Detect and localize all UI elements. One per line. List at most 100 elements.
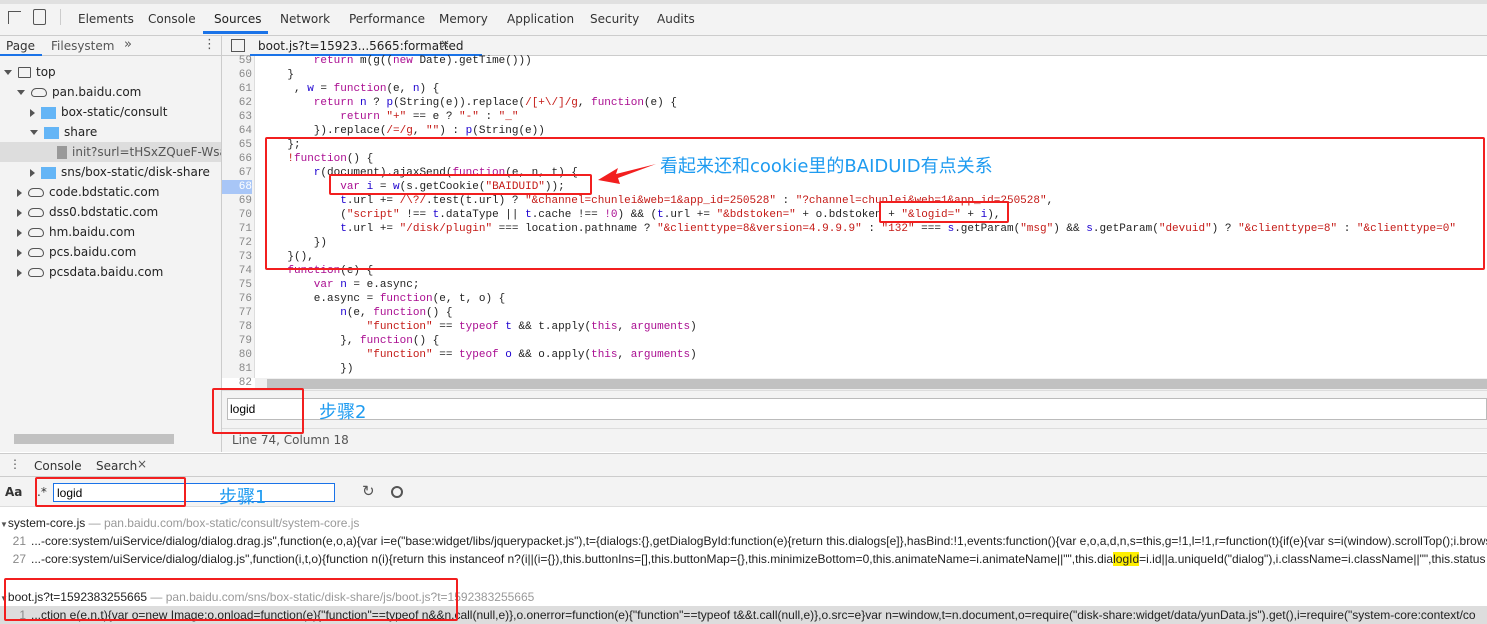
tab-security[interactable]: Security xyxy=(590,12,639,26)
collapsed-arrow-icon[interactable] xyxy=(17,188,22,197)
line-number[interactable]: 67 xyxy=(222,166,252,180)
toggle-navigator-icon[interactable] xyxy=(231,39,245,52)
tree-item[interactable]: box-static/consult xyxy=(0,102,221,122)
line-number[interactable]: 63 xyxy=(222,110,252,124)
line-number[interactable]: 65 xyxy=(222,138,252,152)
code-token: , xyxy=(617,321,631,333)
collapsed-arrow-icon[interactable] xyxy=(17,228,22,237)
collapsed-arrow-icon[interactable] xyxy=(17,268,22,277)
tree-item[interactable]: pcsdata.baidu.com xyxy=(0,262,221,282)
tree-item[interactable]: pcs.baidu.com xyxy=(0,242,221,262)
more-tabs-icon[interactable]: » xyxy=(124,37,132,52)
close-tab-icon[interactable]: × xyxy=(440,37,450,51)
line-number[interactable]: 81 xyxy=(222,362,252,376)
collapsed-arrow-icon[interactable] xyxy=(30,108,35,117)
tab-application[interactable]: Application xyxy=(507,12,574,26)
code-line: }).replace(/=/g, "") : p(String(e)) xyxy=(261,124,545,138)
tab-performance[interactable]: Performance xyxy=(349,12,425,26)
tab-audits[interactable]: Audits xyxy=(657,12,695,26)
expanded-arrow-icon[interactable]: ▼ xyxy=(0,520,8,529)
code-line: var n = e.async; xyxy=(261,278,420,292)
refresh-icon[interactable]: ↻ xyxy=(362,482,375,500)
collapsed-arrow-icon[interactable] xyxy=(17,248,22,257)
line-number[interactable]: 61 xyxy=(222,82,252,96)
line-number[interactable]: 76 xyxy=(222,292,252,306)
line-number[interactable]: 69 xyxy=(222,194,252,208)
cloud-icon xyxy=(28,188,44,197)
code-token: "function" xyxy=(261,321,433,333)
code-token: /[+\/]/g xyxy=(525,97,578,109)
tab-network[interactable]: Network xyxy=(280,12,330,26)
horizontal-scrollbar[interactable] xyxy=(14,434,174,444)
code-token: typeof xyxy=(459,321,506,333)
search-result-row[interactable]: 21 ...-core:system/uiService/dialog/dialo… xyxy=(0,532,1487,550)
code-token: "_" xyxy=(498,111,519,123)
line-number[interactable]: 78 xyxy=(222,320,252,334)
tree-item-label: pan.baidu.com xyxy=(52,85,142,99)
line-number[interactable]: 72 xyxy=(222,236,252,250)
line-number[interactable]: 59 xyxy=(222,54,252,68)
collapsed-arrow-icon[interactable] xyxy=(17,208,22,217)
line-number[interactable]: 71 xyxy=(222,222,252,236)
line-number[interactable]: 60 xyxy=(222,68,252,82)
device-toolbar-icon[interactable] xyxy=(33,9,46,25)
code-token: this xyxy=(591,349,618,361)
tab-console[interactable]: Console xyxy=(148,12,196,26)
collapsed-arrow-icon[interactable] xyxy=(30,168,35,177)
tree-item[interactable]: dss0.bdstatic.com xyxy=(0,202,221,222)
line-number[interactable]: 79 xyxy=(222,334,252,348)
clear-icon[interactable] xyxy=(391,486,403,498)
tree-item[interactable]: init?surl=tHSxZQueF-Wsa2T0 xyxy=(0,142,221,162)
tab-sources[interactable]: Sources xyxy=(214,12,261,26)
code-token: = xyxy=(313,83,334,95)
code-line: e.async = function(e, t, o) { xyxy=(261,292,505,306)
tree-item[interactable]: hm.baidu.com xyxy=(0,222,221,242)
result-file-header[interactable]: ▼system-core.js — pan.baidu.com/box-stat… xyxy=(0,514,1487,532)
tab-search[interactable]: Search xyxy=(96,459,137,473)
tab-memory[interactable]: Memory xyxy=(439,12,488,26)
drawer-menu-icon[interactable]: ⋮ xyxy=(9,457,21,471)
result-text-after: =i.id||a.uniqueId("dialog"),i.className=… xyxy=(1139,552,1486,566)
tab-elements[interactable]: Elements xyxy=(78,12,134,26)
line-number[interactable]: 80 xyxy=(222,348,252,362)
code-token: "function" xyxy=(261,349,433,361)
line-number[interactable]: 70 xyxy=(222,208,252,222)
inspect-element-icon[interactable] xyxy=(8,11,21,24)
tab-page[interactable]: Page xyxy=(6,39,35,53)
file-tab[interactable]: boot.js?t=15923...5665:formatted xyxy=(258,39,463,53)
expanded-arrow-icon[interactable] xyxy=(4,70,12,75)
line-number[interactable]: 75 xyxy=(222,278,252,292)
expanded-arrow-icon[interactable] xyxy=(17,90,25,95)
tree-item[interactable]: code.bdstatic.com xyxy=(0,182,221,202)
line-number[interactable]: 73 xyxy=(222,250,252,264)
code-token: ) { xyxy=(419,83,440,95)
match-case-toggle[interactable]: Aa xyxy=(5,485,22,499)
tree-item[interactable]: sns/box-static/disk-share xyxy=(0,162,221,182)
annotation-box-step2 xyxy=(212,388,304,434)
code-token: }, xyxy=(261,335,361,347)
code-token: n xyxy=(261,307,347,319)
tab-filesystem[interactable]: Filesystem xyxy=(51,39,114,53)
cloud-icon xyxy=(28,248,44,257)
line-number[interactable]: 68 xyxy=(222,180,252,194)
close-search-tab-icon[interactable]: × xyxy=(137,457,147,471)
line-number-gutter[interactable]: 59 60 61 62 63 64 65 66 67 68 69 70 71 72 73 74 75 76 77 78… xyxy=(222,54,255,389)
tree-item[interactable]: share xyxy=(0,122,221,142)
code-token: arguments xyxy=(630,349,691,361)
line-number[interactable]: 62 xyxy=(222,96,252,110)
line-number[interactable]: 74 xyxy=(222,264,252,278)
more-options-icon[interactable]: ⋮ xyxy=(203,37,216,52)
code-token: n xyxy=(360,97,367,109)
editor-horizontal-scrollbar[interactable] xyxy=(255,378,1487,390)
find-in-file-input[interactable] xyxy=(227,398,1487,420)
tree-item[interactable]: top xyxy=(0,62,221,82)
expanded-arrow-icon[interactable] xyxy=(30,130,38,135)
line-number[interactable]: 66 xyxy=(222,152,252,166)
tab-console-drawer[interactable]: Console xyxy=(34,459,82,473)
tree-item[interactable]: pan.baidu.com xyxy=(0,82,221,102)
code-token: ) xyxy=(690,349,697,361)
line-number[interactable]: 64 xyxy=(222,124,252,138)
line-number[interactable]: 77 xyxy=(222,306,252,320)
search-result-row[interactable]: 27 ...-core:system/uiService/dialog/dialo… xyxy=(0,550,1487,568)
annotation-box-step1 xyxy=(35,477,186,507)
